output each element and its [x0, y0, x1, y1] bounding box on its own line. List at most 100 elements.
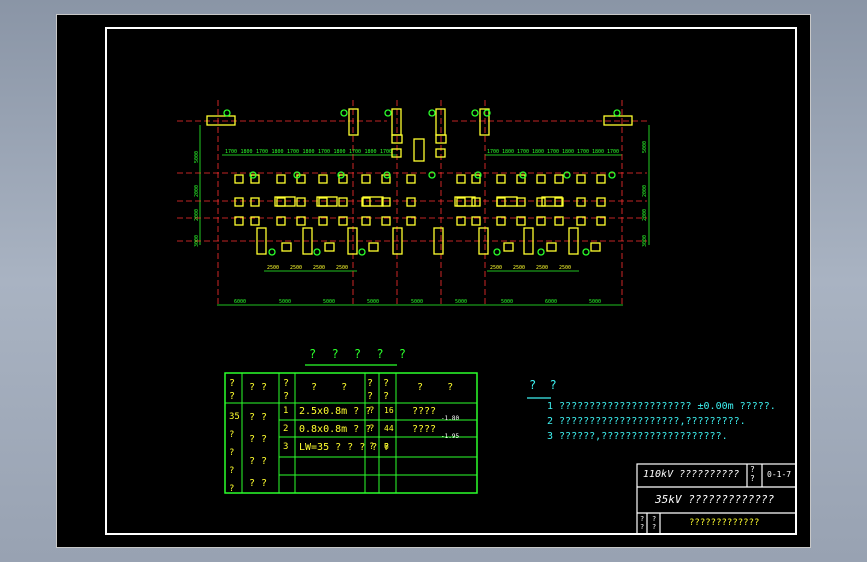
table-row-unit: ?	[369, 406, 375, 416]
footing	[603, 115, 633, 126]
dim-label: 1700	[318, 149, 331, 155]
dim-label: 1800	[271, 149, 284, 155]
footing	[318, 197, 328, 207]
footing	[296, 197, 306, 207]
table-header-col1: ? ?	[249, 382, 268, 393]
dim-label: 1800	[502, 149, 515, 155]
footing	[596, 197, 606, 207]
dim-label: 1800	[532, 149, 545, 155]
footing	[554, 174, 564, 184]
axis-bubble	[428, 109, 436, 117]
table-cell: ?	[229, 466, 235, 476]
table-row-note: ????	[412, 406, 437, 417]
dim-label: 5000	[323, 299, 336, 305]
footing	[250, 197, 260, 207]
dim-label: 1800	[333, 149, 346, 155]
drawing-viewport[interactable]: 1700 1800 1700 1800 1700 1800 1700 1800 1700 1800…	[56, 14, 811, 548]
dim-label: 1800	[302, 149, 315, 155]
dim-label: 5000	[194, 150, 200, 163]
dim-label: 1700	[349, 149, 362, 155]
dim-label: 5000	[411, 299, 424, 305]
footing	[338, 174, 348, 184]
axis-bubble	[358, 248, 366, 256]
dim-label: 2500	[559, 265, 572, 271]
footing	[234, 174, 244, 184]
footing	[406, 174, 416, 184]
footing	[435, 148, 446, 158]
title-block-project: 110kV ??????????	[643, 469, 740, 480]
table-title: ? ? ? ? ?	[309, 347, 411, 361]
dim-label: 6000	[545, 299, 558, 305]
footing	[503, 242, 514, 252]
footing	[276, 174, 286, 184]
footing	[536, 174, 546, 184]
title-block-left2: ? ?	[652, 515, 657, 531]
table-header-col0: ? ?	[229, 378, 236, 402]
table-row-note: ????	[412, 424, 437, 435]
table-row-unit: ?	[369, 424, 375, 434]
footing	[250, 174, 260, 184]
footing	[456, 174, 466, 184]
footing	[348, 108, 359, 136]
footing	[281, 242, 292, 252]
footing	[391, 108, 402, 136]
dim-label: 1700	[487, 149, 500, 155]
dim-label: 1700	[517, 149, 530, 155]
title-block-side: ? ?	[750, 465, 755, 483]
axis-bubble	[384, 109, 392, 117]
footing	[456, 197, 466, 207]
note-1: 1 ?????????????????????? ±0.00m ?????.	[547, 401, 776, 412]
dim-label: 2500	[313, 265, 326, 271]
footing	[296, 174, 306, 184]
axis-bubble	[582, 248, 590, 256]
table-cell: ? ?	[249, 412, 268, 423]
table-cell: ? ?	[249, 434, 268, 445]
footings-group	[206, 108, 633, 256]
title-block-left1: ? ?	[640, 515, 645, 531]
axis-bubble	[537, 248, 545, 256]
axis-bubble	[471, 109, 479, 117]
title-block-company: ?????????????	[689, 518, 760, 528]
dim-label: 1800	[592, 149, 605, 155]
table-cell: 35	[229, 412, 240, 422]
dim-label: 3000	[642, 234, 648, 247]
axis-bubble	[613, 109, 621, 117]
dim-label: 5000	[642, 140, 648, 153]
table-row-qty: 16	[384, 406, 394, 415]
dim-label: 1800	[364, 149, 377, 155]
dim-label: 1700	[547, 149, 560, 155]
dim-label: 1700	[225, 149, 238, 155]
footing	[576, 197, 586, 207]
footing	[546, 242, 557, 252]
table-header-col3: ? ?	[311, 382, 348, 393]
dim-label: 1700	[256, 149, 269, 155]
table-row-name: LW=35 ? ? ? ? ?	[299, 442, 390, 453]
table-row-name: 2.5x0.8m ? ?	[299, 406, 372, 417]
footing	[276, 197, 286, 207]
dim-label: 2500	[513, 265, 526, 271]
note-3: 3 ??????,????????????????????.	[547, 431, 728, 442]
dim-label: 2000	[194, 184, 200, 197]
dim-label: 5000	[501, 299, 514, 305]
dim-label: 2500	[536, 265, 549, 271]
footing	[324, 242, 335, 252]
sheet-border	[105, 27, 797, 535]
table-row-qty: 6	[384, 442, 389, 451]
table-cell: ?	[229, 448, 235, 458]
dim-label: 3000	[194, 234, 200, 247]
table-header-col5: ? ?	[383, 378, 390, 402]
dim-label: 5000	[279, 299, 292, 305]
axis-bubble	[313, 248, 321, 256]
axis-bubble	[493, 248, 501, 256]
dim-label: 1800	[562, 149, 575, 155]
note-2: 2 ????????????????????,?????????.	[547, 416, 746, 427]
footing	[471, 174, 481, 184]
dim-label: 2500	[336, 265, 349, 271]
table-row-unit: ?	[369, 442, 375, 452]
notes-title: ? ?	[529, 378, 560, 392]
axis-bubble	[268, 248, 276, 256]
dim-label: 5000	[455, 299, 468, 305]
dim-label: 2000	[642, 208, 648, 221]
table-row-no: 2	[283, 424, 289, 434]
table-cell: ?	[229, 430, 235, 440]
